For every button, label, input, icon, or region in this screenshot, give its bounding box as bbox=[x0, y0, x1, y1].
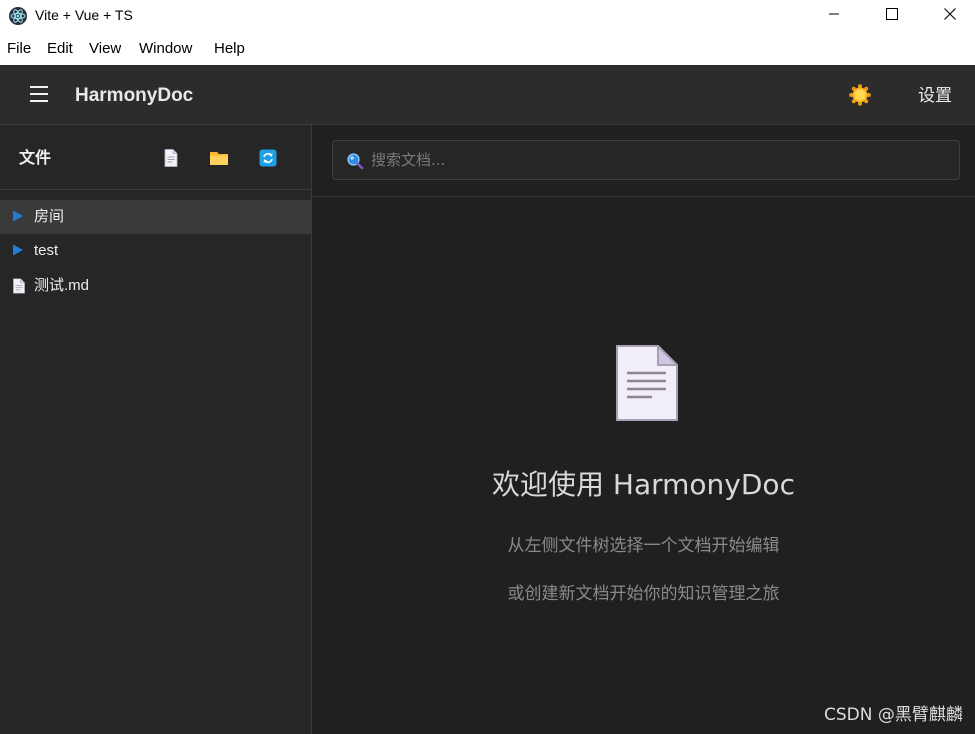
menu-toggle-icon[interactable] bbox=[30, 86, 48, 102]
settings-button[interactable]: 设置 bbox=[918, 85, 952, 107]
maximize-button[interactable] bbox=[863, 0, 921, 28]
minimize-icon bbox=[829, 13, 839, 15]
welcome-hint-2: 或创建新文档开始你的知识管理之旅 bbox=[507, 584, 780, 604]
sun-icon[interactable] bbox=[849, 84, 871, 106]
app-header: HarmonyDoc 设置 bbox=[0, 65, 975, 125]
welcome-title: 欢迎使用 HarmonyDoc bbox=[492, 468, 795, 501]
close-icon bbox=[944, 8, 956, 20]
minimize-button[interactable] bbox=[805, 0, 863, 28]
sidebar-title: 文件 bbox=[19, 148, 52, 167]
menu-file[interactable]: File bbox=[7, 40, 31, 58]
menu-bar: File Edit View Window Help bbox=[0, 32, 975, 65]
watermark: CSDN @黑臂麒麟 bbox=[824, 705, 963, 725]
search-input[interactable] bbox=[371, 146, 941, 174]
menu-edit[interactable]: Edit bbox=[47, 40, 73, 58]
menu-view[interactable]: View bbox=[89, 40, 121, 58]
file-icon bbox=[13, 278, 25, 294]
menu-window[interactable]: Window bbox=[139, 40, 192, 58]
tree-item-label: 房间 bbox=[34, 208, 65, 225]
file-sidebar: 文件 房间 test 测试.md bbox=[0, 125, 312, 734]
welcome-hint-1: 从左侧文件树选择一个文档开始编辑 bbox=[507, 536, 780, 556]
new-file-icon[interactable] bbox=[160, 147, 182, 169]
tree-item-label: 测试.md bbox=[34, 277, 90, 294]
close-button[interactable] bbox=[921, 0, 975, 28]
tree-item-file[interactable]: 测试.md bbox=[0, 269, 311, 303]
search-box[interactable] bbox=[332, 140, 960, 180]
refresh-icon[interactable] bbox=[257, 147, 279, 169]
sidebar-header: 文件 bbox=[0, 125, 311, 190]
app-brand: HarmonyDoc bbox=[75, 85, 194, 106]
folder-collapsed-icon[interactable] bbox=[12, 244, 24, 256]
tree-item-label: test bbox=[34, 242, 59, 259]
window-title: Vite + Vue + TS bbox=[35, 7, 133, 23]
tree-item-folder[interactable]: test bbox=[0, 234, 311, 268]
folder-collapsed-icon[interactable] bbox=[12, 210, 24, 222]
window-titlebar[interactable]: Vite + Vue + TS bbox=[0, 0, 975, 32]
search-bar bbox=[312, 125, 975, 197]
search-icon bbox=[347, 153, 364, 170]
maximize-icon bbox=[886, 8, 898, 20]
new-folder-icon[interactable] bbox=[208, 147, 230, 169]
tree-item-folder[interactable]: 房间 bbox=[0, 200, 311, 234]
document-icon bbox=[616, 345, 678, 421]
main-content: 欢迎使用 HarmonyDoc 从左侧文件树选择一个文档开始编辑 或创建新文档开… bbox=[312, 125, 975, 734]
menu-help[interactable]: Help bbox=[214, 40, 245, 58]
electron-app-icon bbox=[9, 7, 27, 25]
